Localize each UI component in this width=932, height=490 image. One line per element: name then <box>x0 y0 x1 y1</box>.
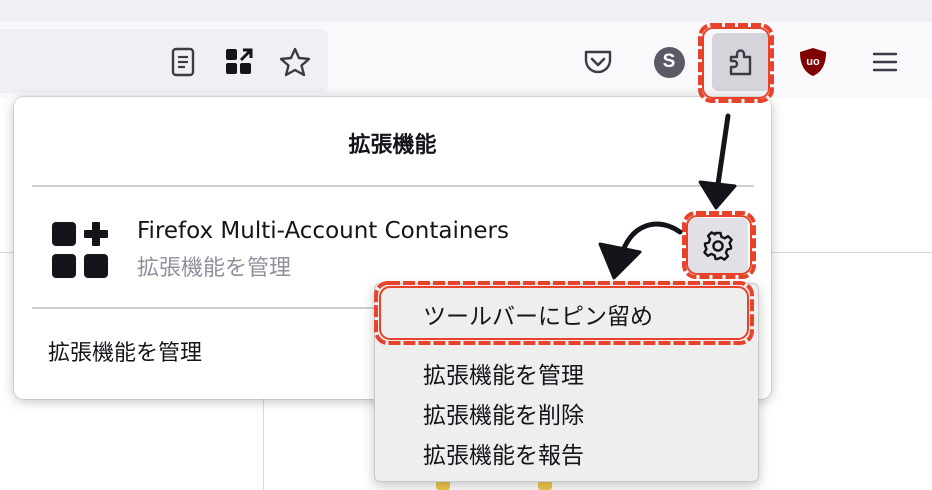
multi-account-containers-icon <box>50 220 110 280</box>
reader-view-icon[interactable] <box>166 45 200 79</box>
menu-item-report-extension[interactable]: 拡張機能を報告 <box>423 436 584 470</box>
account-avatar-icon[interactable]: S <box>652 45 686 79</box>
extension-context-menu: ツールバーにピン留め 拡張機能を管理 拡張機能を削除 拡張機能を報告 <box>374 283 759 482</box>
extension-name: Firefox Multi-Account Containers <box>137 218 509 244</box>
bookmark-star-icon[interactable] <box>278 45 312 79</box>
menu-item-pin-to-toolbar[interactable]: ツールバーにピン留め <box>423 297 653 331</box>
tab-strip <box>0 0 932 22</box>
manage-extensions-link[interactable]: 拡張機能を管理 <box>48 335 202 367</box>
menu-item-remove-extension[interactable]: 拡張機能を削除 <box>423 396 584 430</box>
extension-settings-button[interactable] <box>688 218 748 274</box>
panel-title: 拡張機能 <box>348 133 437 158</box>
panel-separator <box>32 185 754 187</box>
menu-item-manage-extension[interactable]: 拡張機能を管理 <box>423 356 584 390</box>
extensions-puzzle-icon[interactable] <box>724 45 758 79</box>
gear-icon <box>703 231 733 261</box>
pocket-icon[interactable] <box>581 45 615 79</box>
extension-subtitle: 拡張機能を管理 <box>137 256 292 281</box>
ublock-label: uo <box>806 56 820 68</box>
extension-grid-icon[interactable] <box>222 45 256 79</box>
hamburger-menu-icon[interactable] <box>868 45 902 79</box>
avatar-letter: S <box>653 46 685 78</box>
ublock-origin-icon[interactable]: uo <box>796 45 830 79</box>
content-divider <box>0 252 14 253</box>
